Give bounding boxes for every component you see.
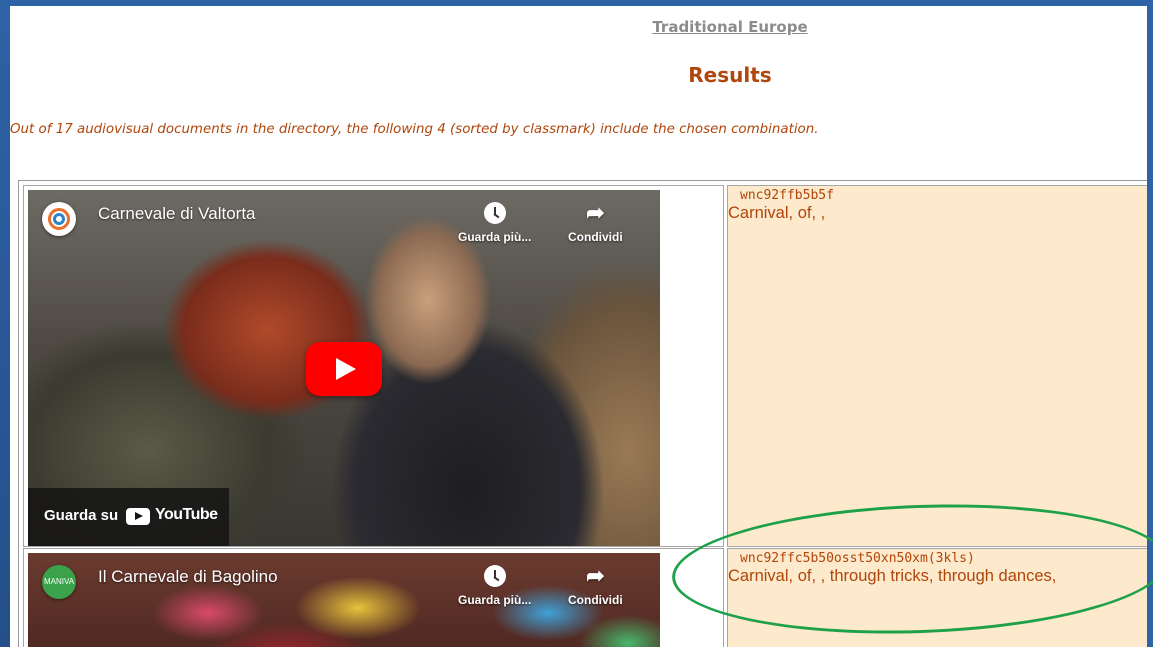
video-title-1[interactable]: Carnevale di Valtorta (98, 204, 256, 224)
keywords-1: Carnival, of, , (728, 204, 826, 222)
share-icon: ➦ (586, 200, 605, 225)
share-button-1[interactable]: ➦ Condividi (568, 200, 623, 245)
window-left-border (0, 0, 10, 647)
youtube-wordmark: YouTube (155, 506, 218, 523)
video-cell-1: Carnevale di Valtorta Guarda più... ➦ Co… (23, 185, 724, 547)
clock-icon (483, 202, 506, 224)
results-heading: Results (688, 63, 772, 87)
watch-later-label: Guarda più... (458, 593, 532, 607)
play-button[interactable] (306, 342, 382, 396)
classmark-2: wnc92ffc5b50osst50xn50xm(3kls) (740, 551, 975, 566)
share-button-2[interactable]: ➦ Condividi (568, 563, 623, 608)
video-player-2[interactable]: MANIVA Il Carnevale di Bagolino Guarda p… (28, 553, 660, 647)
results-summary: Out of 17 audiovisual documents in the d… (10, 122, 819, 137)
results-table: Carnevale di Valtorta Guarda più... ➦ Co… (18, 180, 1147, 647)
traditional-europe-link[interactable]: Traditional Europe (10, 18, 1147, 36)
info-cell-1: wnc92ffb5b5f Carnival, of, , (727, 185, 1147, 547)
video-player-1[interactable]: Carnevale di Valtorta Guarda più... ➦ Co… (28, 190, 660, 546)
share-label: Condividi (568, 230, 623, 244)
watch-later-label: Guarda più... (458, 230, 532, 244)
share-icon: ➦ (586, 563, 605, 588)
watch-on-youtube-button[interactable]: Guarda su YouTube (28, 488, 229, 546)
channel-logo-text: MANIVA (43, 577, 75, 586)
video-title-2[interactable]: Il Carnevale di Bagolino (98, 567, 278, 587)
keywords-2: Carnival, of, , through tricks, through … (728, 567, 1057, 585)
watch-later-button-2[interactable]: Guarda più... (458, 565, 531, 607)
share-label: Condividi (568, 593, 623, 607)
info-cell-2: wnc92ffc5b50osst50xn50xm(3kls) Carnival,… (727, 548, 1147, 647)
window-right-border (1147, 0, 1153, 647)
video-cell-2: MANIVA Il Carnevale di Bagolino Guarda p… (23, 548, 724, 647)
watch-later-button-1[interactable]: Guarda più... (458, 202, 531, 244)
youtube-play-icon (126, 508, 150, 525)
channel-logo-icon[interactable] (42, 202, 76, 236)
watch-on-label: Guarda su (44, 507, 119, 524)
maniva-logo-icon[interactable]: MANIVA (42, 565, 76, 599)
page: Traditional Europe Results Out of 17 aud… (10, 6, 1147, 647)
classmark-1: wnc92ffb5b5f (740, 188, 834, 203)
clock-icon (483, 565, 506, 587)
